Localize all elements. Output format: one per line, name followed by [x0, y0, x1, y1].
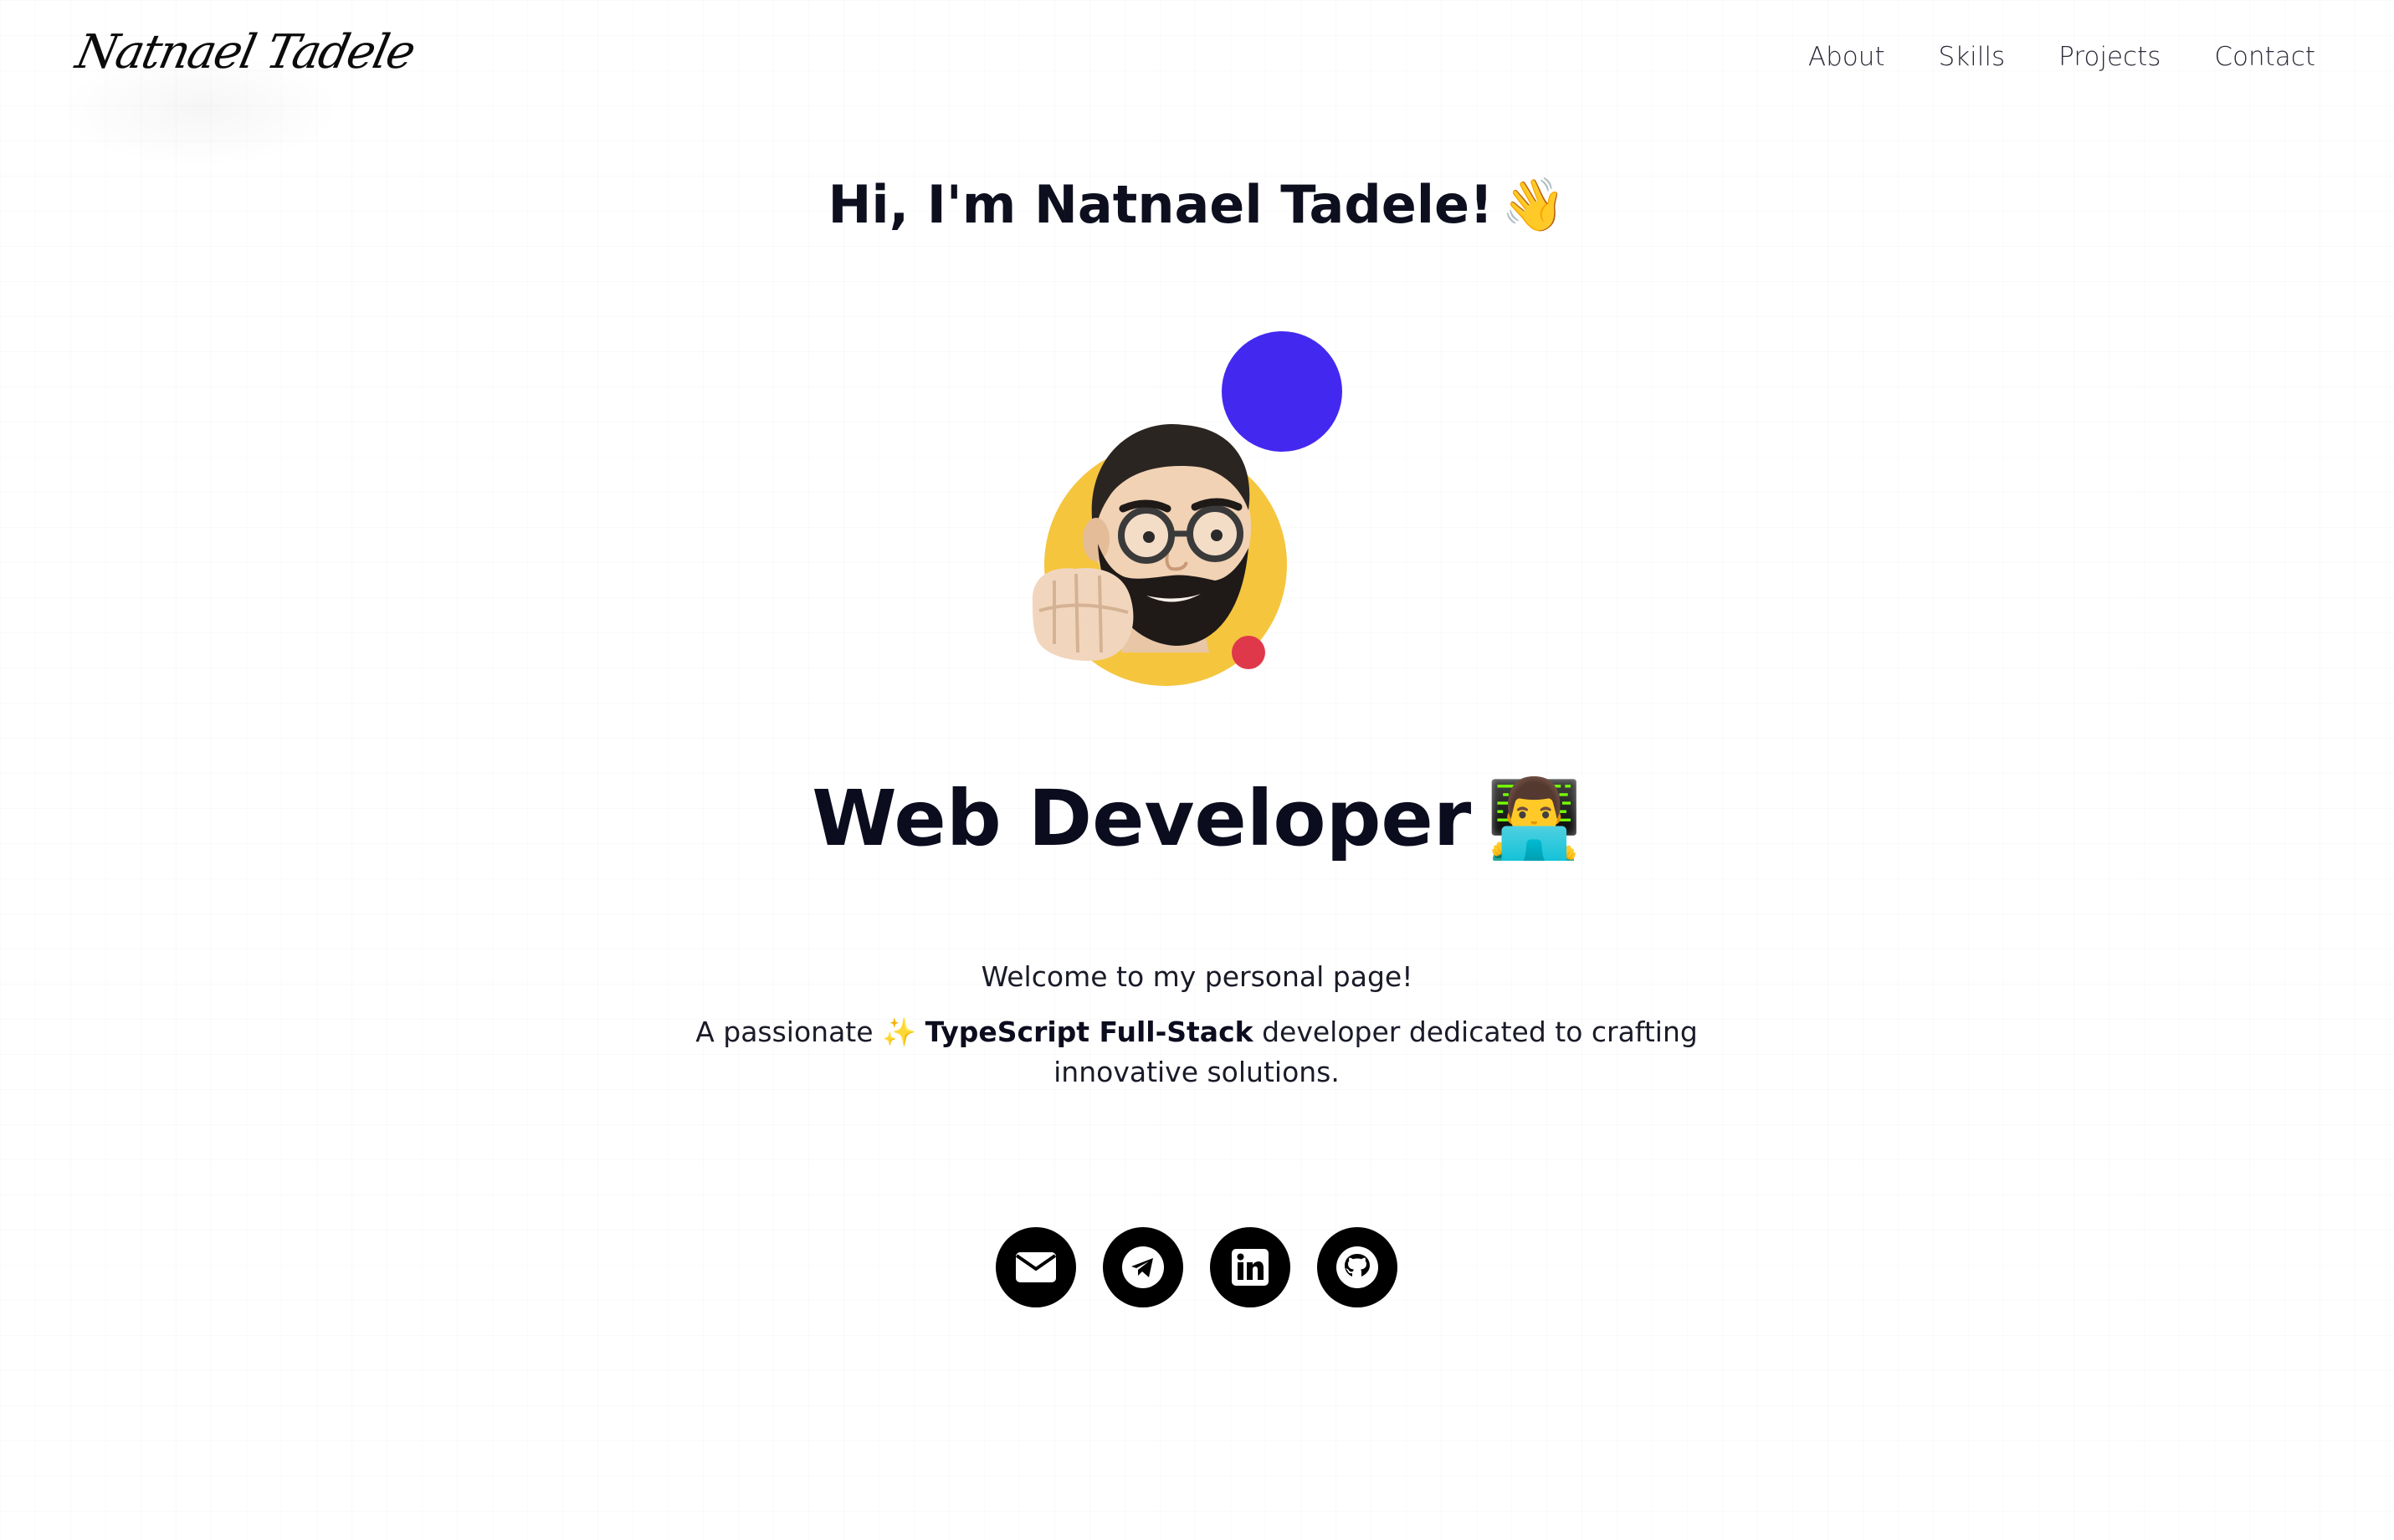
logo-signature[interactable]: Natnael Tadele: [71, 25, 418, 79]
role-text: Web Developer: [812, 774, 1472, 863]
page: Natnael Tadele About Skills Projects Con…: [0, 0, 2394, 1540]
nav-link-about[interactable]: About: [1808, 42, 1885, 72]
nav-link-contact[interactable]: Contact: [2214, 42, 2315, 72]
social-links: [996, 1227, 1397, 1307]
red-dot-decoration: [1232, 636, 1265, 669]
main-nav: About Skills Projects Contact: [1808, 42, 2315, 72]
intro-description: A passionate ✨ TypeScript Full-Stack dev…: [695, 1012, 1699, 1092]
greeting-text: Hi, I'm Natnael Tadele!: [828, 174, 1494, 235]
site-header: Natnael Tadele About Skills Projects Con…: [0, 0, 2394, 167]
telegram-icon: [1122, 1246, 1164, 1288]
sparkles-emoji: ✨: [882, 1016, 917, 1048]
github-link[interactable]: [1317, 1227, 1397, 1307]
email-icon: [1015, 1252, 1057, 1282]
nav-link-skills[interactable]: Skills: [1939, 42, 2006, 72]
role-heading: Web Developer 👨‍💻: [0, 774, 2394, 864]
technologist-emoji: 👨‍💻: [1486, 774, 1582, 863]
email-link[interactable]: [996, 1227, 1076, 1307]
memoji-avatar-icon: [1032, 423, 1251, 661]
waving-hand-emoji: 👋: [1501, 174, 1566, 235]
linkedin-link[interactable]: [1210, 1227, 1290, 1307]
github-icon: [1336, 1246, 1378, 1288]
desc-highlight: TypeScript Full-Stack: [925, 1016, 1253, 1048]
telegram-link[interactable]: [1103, 1227, 1183, 1307]
desc-prefix: A passionate: [695, 1016, 874, 1048]
welcome-text: Welcome to my personal page!: [981, 960, 1413, 993]
avatar: [1029, 326, 1364, 686]
nav-link-projects[interactable]: Projects: [2058, 42, 2161, 72]
greeting-heading: Hi, I'm Natnael Tadele! 👋: [0, 174, 2394, 236]
linkedin-icon: [1232, 1249, 1269, 1286]
